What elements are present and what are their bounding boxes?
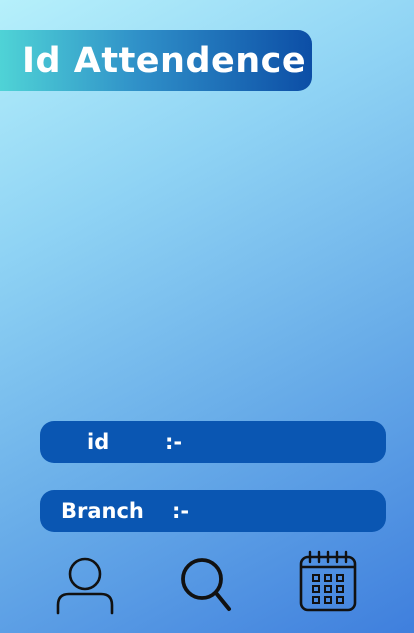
branch-separator: :-	[172, 499, 190, 523]
page-title: Id Attendence	[22, 40, 307, 81]
id-label: id	[87, 430, 110, 454]
calendar-icon[interactable]	[298, 550, 358, 614]
id-separator: :-	[165, 430, 183, 454]
branch-label: Branch	[61, 499, 144, 523]
branch-field: Branch :-	[40, 490, 386, 532]
title-bar: Id Attendence	[0, 30, 312, 91]
search-icon[interactable]	[178, 550, 234, 616]
id-field: id :-	[40, 421, 386, 463]
user-icon[interactable]	[55, 550, 115, 616]
